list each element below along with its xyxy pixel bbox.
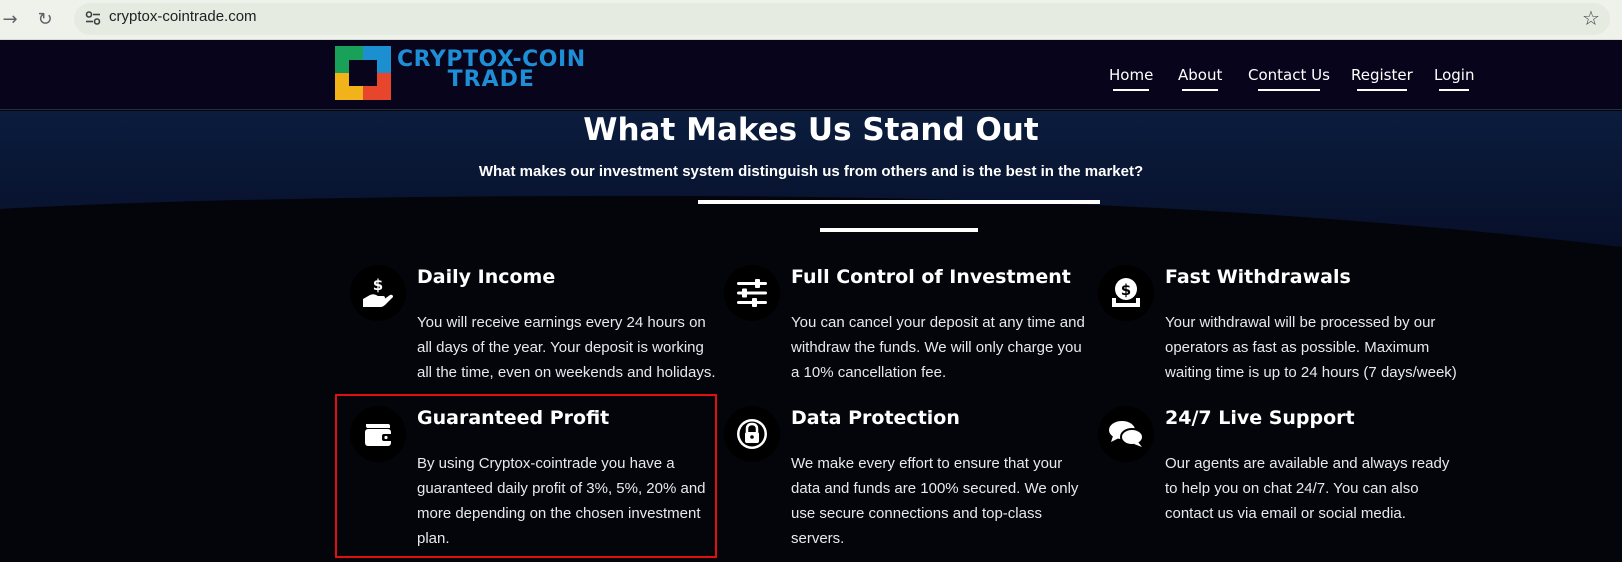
- money-withdraw-icon: $: [1098, 265, 1154, 321]
- feature-desc: By using Cryptox-cointrade you have a gu…: [417, 455, 706, 547]
- site-header: CRYPTOX-COIN TRADE Home About Contact Us…: [0, 40, 1622, 110]
- lock-icon: [724, 406, 780, 462]
- nav-contact-us[interactable]: Contact Us: [1248, 66, 1330, 91]
- comments-icon: [1098, 406, 1154, 462]
- logo-line2: TRADE: [447, 67, 535, 92]
- nav-about[interactable]: About: [1178, 66, 1223, 91]
- sliders-icon: [724, 265, 780, 321]
- section-subtitle: What makes our investment system disting…: [478, 163, 1144, 180]
- nav-register[interactable]: Register: [1351, 66, 1413, 91]
- feature-title: Guaranteed Profit: [417, 407, 610, 429]
- nav-home[interactable]: Home: [1109, 66, 1154, 91]
- nav-about-label: About: [1178, 66, 1223, 84]
- nav-login[interactable]: Login: [1434, 66, 1475, 91]
- star-icon[interactable]: ☆: [1582, 6, 1600, 30]
- nav-home-label: Home: [1109, 66, 1154, 84]
- wallet-icon: [350, 406, 406, 462]
- svg-text:$: $: [373, 277, 383, 294]
- reload-icon[interactable]: ↻: [32, 6, 58, 32]
- browser-toolbar: → ↻ cryptox-cointrade.com ☆: [0, 0, 1622, 40]
- arrow-right-icon[interactable]: →: [0, 6, 23, 32]
- address-bar[interactable]: [74, 3, 1610, 35]
- logo-wordmark[interactable]: CRYPTOX-COIN TRADE: [397, 49, 586, 92]
- feature-title: Fast Withdrawals: [1165, 266, 1351, 288]
- section-title: What Makes Us Stand Out: [583, 112, 1039, 148]
- feature-desc: Your withdrawal will be processed by our…: [1165, 314, 1457, 381]
- nav-register-label: Register: [1351, 66, 1413, 84]
- svg-text:$: $: [1121, 281, 1131, 299]
- feature-desc: You will receive earnings every 24 hours…: [417, 314, 716, 381]
- feature-title: Full Control of Investment: [791, 266, 1071, 288]
- nav-login-label: Login: [1434, 66, 1475, 84]
- divider-long: [698, 200, 1100, 204]
- feature-title: Daily Income: [417, 266, 556, 288]
- feature-title: 24/7 Live Support: [1165, 407, 1355, 429]
- nav-contact-label: Contact Us: [1248, 66, 1330, 84]
- logo-icon[interactable]: [335, 46, 391, 100]
- divider-short: [820, 228, 978, 232]
- tune-icon[interactable]: [82, 7, 104, 29]
- feature-desc: You can cancel your deposit at any time …: [791, 314, 1085, 381]
- url-text[interactable]: cryptox-cointrade.com: [109, 8, 257, 25]
- hand-dollar-icon: $: [350, 265, 406, 321]
- feature-desc: We make every effort to ensure that your…: [791, 455, 1079, 547]
- feature-title: Data Protection: [791, 407, 960, 429]
- feature-desc: Our agents are available and always read…: [1165, 455, 1450, 522]
